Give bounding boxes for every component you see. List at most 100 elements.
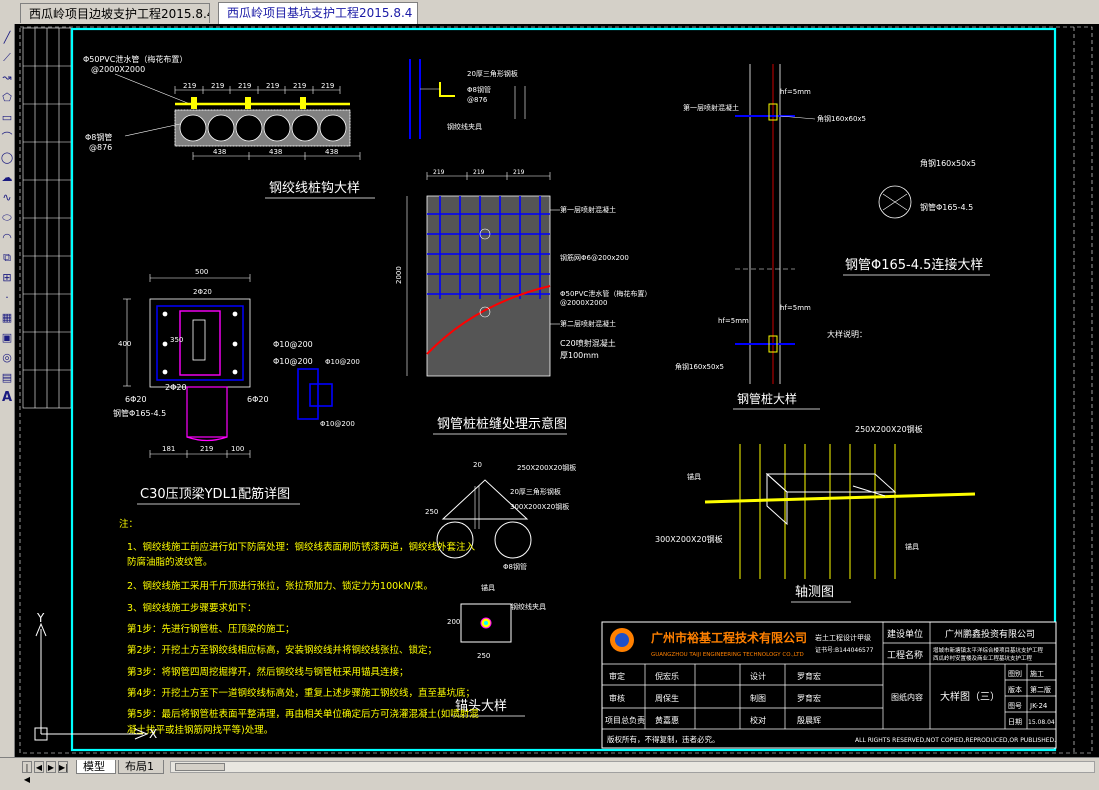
svg-text:大样说明：: 大样说明： (827, 329, 867, 339)
svg-text:@2000X2000: @2000X2000 (560, 299, 607, 307)
region-icon[interactable]: ◎ (0, 348, 14, 368)
svg-text:钢绞线夹具: 钢绞线夹具 (511, 602, 546, 611)
tab-model[interactable]: 模型 (76, 760, 116, 774)
svg-text:第二层喷射混凝土: 第二层喷射混凝土 (560, 319, 616, 328)
hatch-icon[interactable]: ▦ (0, 308, 14, 328)
make-block-icon[interactable]: ⊞ (0, 268, 14, 288)
svg-text:钢管Φ165-4.5: 钢管Φ165-4.5 (113, 408, 166, 418)
svg-text:图别: 图别 (1008, 669, 1022, 678)
previous-layout-button[interactable]: ◀ (34, 761, 44, 773)
last-layout-button[interactable]: ▶| (58, 761, 68, 773)
title-block: 广州市裕基工程技术有限公司 GUANGZHOU TAIJI ENGINEERIN… (601, 621, 1057, 749)
svg-text:300X200X20钢板: 300X200X20钢板 (510, 502, 569, 511)
svg-text:100: 100 (231, 445, 244, 453)
svg-text:Φ10@200: Φ10@200 (325, 358, 360, 366)
note-line: 3、钢绞线施工步骤要求如下： (127, 602, 257, 614)
model-space-canvas[interactable]: Φ50PVC泄水管（梅花布置） @2000X2000 219 219 219 2… (15, 24, 1099, 757)
svg-text:C20喷射混凝土: C20喷射混凝土 (560, 338, 616, 348)
svg-text:400: 400 (118, 340, 131, 348)
svg-text:hf=5mm: hf=5mm (718, 317, 749, 325)
svg-text:Φ50PVC泄水管（梅花布置）: Φ50PVC泄水管（梅花布置） (560, 289, 651, 298)
sheet-left-margin-table (22, 27, 72, 409)
svg-text:版权所有，不得复制，违者必究。: 版权所有，不得复制，违者必究。 (607, 734, 720, 744)
svg-text:锚具: 锚具 (905, 542, 919, 551)
note-line: 第4步：开挖土方至下一道钢绞线标高处，重复上述步骤施工钢绞线，直至基坑底； (127, 687, 475, 699)
svg-text:角钢160x50x5: 角钢160x50x5 (675, 362, 724, 371)
insert-block-icon[interactable]: ⧉ (0, 248, 14, 268)
svg-text:219: 219 (266, 82, 279, 90)
svg-text:@876: @876 (89, 143, 112, 152)
svg-text:岩土工程设计甲级: 岩土工程设计甲级 (815, 633, 871, 642)
pvc-spacing-label: @2000X2000 (91, 65, 145, 74)
scrollbar-thumb[interactable] (175, 763, 225, 771)
svg-text:hf=5mm: hf=5mm (780, 88, 811, 96)
note-line: 防腐油脂的波纹管。 (127, 556, 213, 568)
svg-text:罗育宏: 罗育宏 (797, 671, 821, 681)
svg-text:广州鹏鑫投资有限公司: 广州鹏鑫投资有限公司 (945, 628, 1035, 640)
line-icon[interactable]: ╱ (0, 28, 14, 48)
polyline-icon[interactable]: ↝ (0, 68, 14, 88)
svg-text:施工: 施工 (1030, 669, 1044, 678)
svg-text:500: 500 (195, 268, 208, 276)
svg-text:审定: 审定 (609, 671, 625, 681)
svg-text:殷晨辉: 殷晨辉 (797, 715, 821, 725)
svg-text:438: 438 (325, 148, 338, 156)
svg-text:219: 219 (321, 82, 334, 90)
svg-text:438: 438 (269, 148, 282, 156)
anchor-head-figure: 250X200X20钢板 20厚三角形钢板 300X200X20钢板 20 25… (425, 461, 576, 717)
svg-text:@876: @876 (467, 96, 488, 104)
first-layout-button[interactable]: |◀ (22, 761, 32, 784)
ellipse-arc-icon[interactable]: ◠ (0, 228, 14, 248)
construction-line-icon[interactable]: ⟋ (0, 48, 14, 68)
svg-text:2Φ20: 2Φ20 (165, 383, 187, 392)
note-line: 第2步：开挖土方至钢绞线相应标高，安装钢绞线并将钢绞线张拉、锁定； (127, 644, 437, 656)
svg-text:250: 250 (477, 652, 490, 660)
circle-icon[interactable]: ◯ (0, 148, 14, 168)
gradient-icon[interactable]: ▣ (0, 328, 14, 348)
svg-text:438: 438 (213, 148, 226, 156)
arc-icon[interactable]: ⌒ (0, 128, 14, 148)
draw-toolbar: ╱ ⟋ ↝ ⬠ ▭ ⌒ ◯ ☁ ∿ ⬭ ◠ ⧉ ⊞ · ▦ ▣ ◎ ▤ A (0, 24, 15, 757)
horizontal-scrollbar[interactable] (170, 761, 1095, 773)
note-line: 2、钢绞线施工采用千斤顶进行张拉，张拉预加力、锁定力为100kN/束。 (127, 580, 433, 592)
multiline-text-icon[interactable]: A (0, 388, 14, 408)
svg-text:角钢160x60x5: 角钢160x60x5 (817, 114, 866, 123)
svg-text:JK-24: JK-24 (1029, 702, 1048, 710)
svg-text:建设单位: 建设单位 (887, 628, 923, 640)
tab-layout1[interactable]: 布局1 (118, 760, 164, 774)
note-line: 第3步：将钢管四周挖掘撑开，然后钢绞线与钢管桩采用锚具连接； (127, 666, 409, 678)
svg-text:校对: 校对 (750, 715, 766, 725)
point-icon[interactable]: · (0, 288, 14, 308)
svg-text:6Φ20: 6Φ20 (247, 395, 269, 404)
bracket-detail-figure: 20厚三角形钢板 Φ8钢管 @876 钢绞线夹具 (409, 59, 526, 139)
steel-pile-label: Φ8钢管 (85, 132, 112, 142)
svg-text:西瓜岭村安置楼及商业工程基坑支护工程: 西瓜岭村安置楼及商业工程基坑支护工程 (933, 654, 1033, 662)
document-tab-pit[interactable]: 西瓜岭项目基坑支护工程2015.8.4 (218, 2, 418, 24)
svg-text:黄嘉惠: 黄嘉惠 (655, 715, 679, 725)
svg-text:20厚三角形钢板: 20厚三角形钢板 (510, 487, 561, 496)
svg-text:219: 219 (200, 445, 213, 453)
svg-text:Φ8钢管: Φ8钢管 (467, 85, 491, 94)
joint-treatment-title: 钢管桩桩缝处理示意图 (437, 416, 567, 432)
svg-text:工程名称: 工程名称 (887, 649, 923, 661)
rectangle-icon[interactable]: ▭ (0, 108, 14, 128)
spline-icon[interactable]: ∿ (0, 188, 14, 208)
document-tab-slope[interactable]: 西瓜岭项目边坡支护工程2015.8.4 (20, 3, 210, 23)
layout-tab-bar: |◀ ◀ ▶ ▶| 模型 布局1 (0, 757, 1099, 790)
revision-cloud-icon[interactable]: ☁ (0, 168, 14, 188)
svg-text:图号: 图号 (1008, 702, 1022, 710)
svg-text:2000: 2000 (395, 266, 403, 284)
svg-text:2Φ20: 2Φ20 (193, 288, 212, 296)
ellipse-icon[interactable]: ⬭ (0, 208, 14, 228)
svg-text:219: 219 (433, 169, 445, 176)
svg-text:设计: 设计 (750, 671, 766, 681)
table-icon[interactable]: ▤ (0, 368, 14, 388)
svg-text:219: 219 (183, 82, 196, 90)
company-name: 广州市裕基工程技术有限公司 (651, 630, 807, 645)
svg-text:第一层喷射混凝土: 第一层喷射混凝土 (683, 103, 739, 112)
svg-text:ALL RIGHTS RESERVED,NOT COPIED: ALL RIGHTS RESERVED,NOT COPIED,REPRODUCE… (855, 737, 1056, 744)
svg-text:厚100mm: 厚100mm (560, 351, 599, 360)
svg-text:锚具: 锚具 (481, 583, 495, 592)
polygon-icon[interactable]: ⬠ (0, 88, 14, 108)
next-layout-button[interactable]: ▶ (46, 761, 56, 773)
